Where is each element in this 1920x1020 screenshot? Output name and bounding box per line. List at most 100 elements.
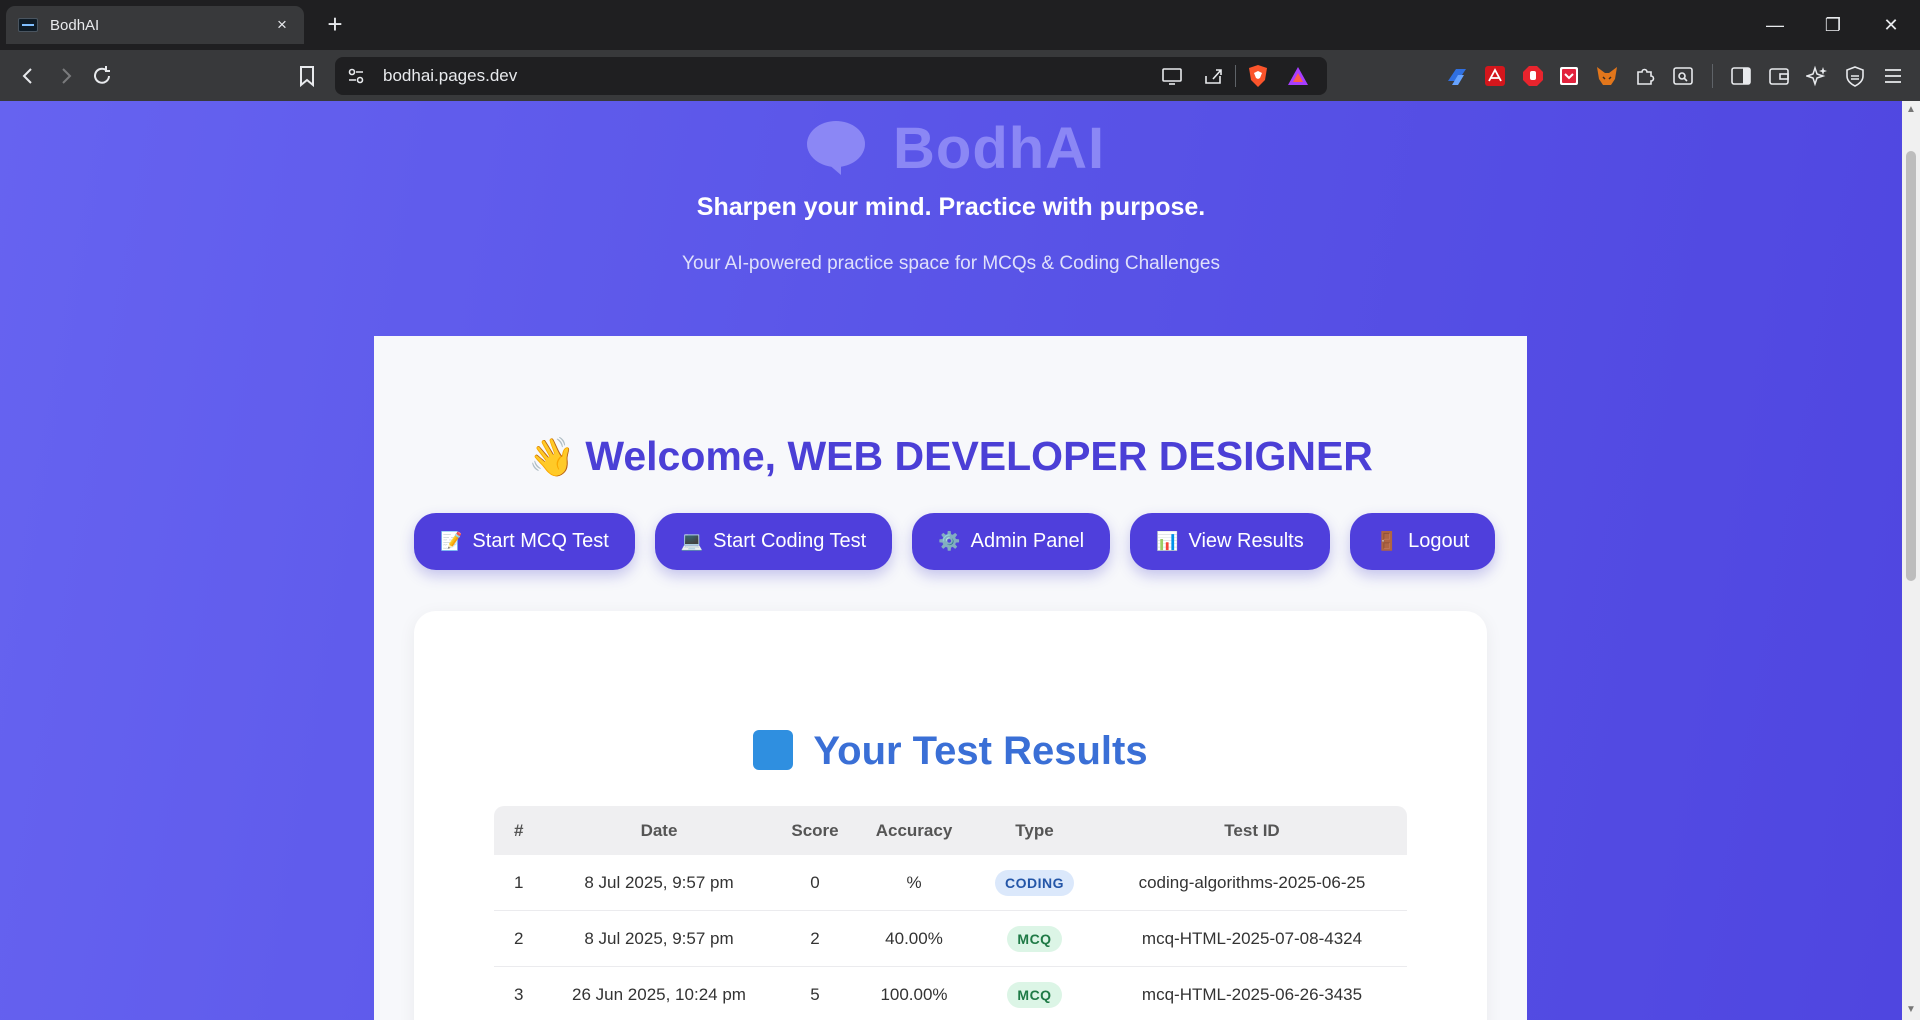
row-test-id: coding-algorithms-2025-06-25 — [1138, 872, 1366, 892]
reload-button[interactable] — [88, 62, 116, 90]
type-badge: CODING — [995, 869, 1074, 896]
acrobat-icon — [1485, 66, 1505, 86]
view-results-button[interactable]: 📊 View Results — [1130, 513, 1330, 570]
button-label: Logout — [1408, 530, 1470, 552]
back-arrow-icon — [22, 68, 32, 84]
row-date: 8 Jul 2025, 9:57 pm — [584, 872, 734, 892]
hamburger-menu-icon — [1885, 69, 1901, 83]
results-panel: Your Test Results # Date Score Accuracy … — [414, 611, 1487, 1020]
extension-icon[interactable] — [1482, 63, 1508, 89]
row-type: CODING — [972, 869, 1097, 896]
table-row: 1 8 Jul 2025, 9:57 pm 0 % CODING coding-… — [494, 855, 1407, 911]
waving-hand-icon: 👋 — [528, 437, 576, 479]
action-buttons: 📝 Start MCQ Test 💻 Start Coding Test ⚙️ … — [414, 513, 1496, 570]
reload-icon — [94, 66, 110, 84]
results-heading: Your Test Results — [414, 729, 1487, 774]
dashboard-card: 👋 Welcome, WEB DEVELOPER DESIGNER 📝 Start… — [374, 336, 1527, 1020]
table-row: 2 8 Jul 2025, 9:57 pm 2 40.00% MCQ mcq-H… — [494, 911, 1407, 967]
forward-button[interactable] — [52, 62, 80, 90]
extensions-button[interactable] — [1632, 63, 1658, 89]
adblock-hand-icon — [1523, 66, 1543, 86]
row-type: MCQ — [972, 925, 1097, 952]
menu-button[interactable] — [1880, 63, 1906, 89]
url-text: bodhai.pages.dev — [383, 66, 518, 85]
bookmark-icon — [300, 66, 314, 87]
page-scrollbar[interactable]: ▲ ▼ — [1902, 101, 1920, 1020]
tagline: Sharpen your mind. Practice with purpose… — [696, 193, 1206, 221]
bookmark-button[interactable] — [293, 62, 321, 90]
cast-icon[interactable] — [1161, 66, 1183, 86]
type-badge: MCQ — [1007, 925, 1062, 952]
logo-text: BodhAI — [893, 115, 1106, 181]
site-settings-icon[interactable] — [347, 67, 365, 85]
browser-tab[interactable]: BodhAI × — [6, 6, 304, 44]
site-favicon-icon — [18, 18, 38, 32]
sparkle-icon — [1806, 65, 1827, 87]
leo-ai-button[interactable] — [1804, 63, 1830, 89]
button-label: View Results — [1188, 530, 1304, 552]
column-header-date: Date — [640, 820, 678, 840]
welcome-text: Welcome, WEB DEVELOPER DESIGNER — [585, 433, 1373, 479]
table-row: 3 26 Jun 2025, 10:24 pm 5 100.00% MCQ mc… — [494, 967, 1407, 1020]
vpn-button[interactable] — [1842, 63, 1868, 89]
row-accuracy: % — [906, 872, 922, 892]
start-coding-test-button[interactable]: 💻 Start Coding Test — [654, 513, 893, 570]
row-date: 8 Jul 2025, 9:57 pm — [584, 928, 734, 948]
row-test-id: mcq-HTML-2025-07-08-4324 — [1141, 928, 1363, 948]
power-automate-icon — [1448, 69, 1466, 85]
scroll-up-icon[interactable]: ▲ — [1906, 105, 1916, 115]
sidebar-button[interactable] — [1728, 63, 1754, 89]
restore-button[interactable]: ❐ — [1810, 10, 1856, 40]
back-button[interactable] — [14, 62, 42, 90]
table-header: # Date Score Accuracy Type Test ID — [494, 806, 1407, 855]
row-accuracy: 40.00% — [885, 928, 943, 948]
row-score: 2 — [810, 928, 820, 948]
row-score: 0 — [810, 872, 820, 892]
close-tab-icon[interactable]: × — [272, 15, 292, 35]
admin-panel-button[interactable]: ⚙️ Admin Panel — [912, 513, 1111, 570]
tab-title: BodhAI — [50, 16, 100, 34]
memo-icon: 📝 — [440, 531, 463, 551]
browser-toolbar: bodhai.pages.dev — [0, 50, 1920, 101]
bar-chart-icon: 📊 — [1156, 531, 1179, 551]
logout-button[interactable]: 🚪 Logout — [1349, 513, 1496, 570]
scrollbar-thumb[interactable] — [1906, 151, 1916, 581]
column-header-number: # — [514, 820, 524, 840]
minimize-button[interactable]: — — [1752, 10, 1798, 40]
extension-icon[interactable] — [1556, 63, 1582, 89]
door-icon: 🚪 — [1375, 531, 1399, 551]
row-number: 1 — [514, 872, 524, 892]
brave-shields-icon[interactable] — [1247, 64, 1269, 88]
shield-icon — [1846, 66, 1864, 87]
new-tab-button[interactable]: + — [320, 10, 350, 40]
address-bar[interactable]: bodhai.pages.dev — [335, 57, 1327, 95]
row-test-id: mcq-HTML-2025-06-26-3435 — [1141, 984, 1363, 1004]
column-header-type: Type — [1015, 820, 1054, 840]
button-label: Admin Panel — [970, 530, 1085, 552]
row-date: 26 Jun 2025, 10:24 pm — [572, 984, 746, 1004]
site-logo[interactable]: BodhAI — [805, 113, 1115, 183]
gear-icon: ⚙️ — [938, 531, 961, 551]
extension-icon[interactable] — [1520, 63, 1546, 89]
row-accuracy: 100.00% — [880, 984, 948, 1004]
divider — [1235, 65, 1236, 87]
laptop-icon: 💻 — [680, 531, 704, 551]
metamask-fox-icon — [1597, 67, 1617, 85]
puzzle-icon — [1637, 68, 1655, 85]
scroll-down-icon[interactable]: ▼ — [1906, 1005, 1916, 1015]
row-number: 3 — [514, 984, 524, 1004]
row-type: MCQ — [972, 981, 1097, 1008]
start-mcq-test-button[interactable]: 📝 Start MCQ Test — [414, 513, 635, 570]
extension-icon[interactable] — [1594, 63, 1620, 89]
sidebar-icon — [1731, 67, 1751, 85]
results-title-text: Your Test Results — [813, 729, 1148, 773]
forward-arrow-icon — [62, 68, 72, 84]
reader-mode-button[interactable] — [1670, 63, 1696, 89]
wallet-button[interactable] — [1766, 63, 1792, 89]
share-icon[interactable] — [1203, 66, 1225, 86]
blue-square-icon — [753, 730, 794, 770]
extension-icon[interactable] — [1444, 63, 1470, 89]
welcome-heading: 👋 Welcome, WEB DEVELOPER DESIGNER — [374, 433, 1527, 480]
close-window-button[interactable]: ✕ — [1868, 10, 1914, 40]
brave-rewards-icon[interactable] — [1287, 65, 1309, 87]
